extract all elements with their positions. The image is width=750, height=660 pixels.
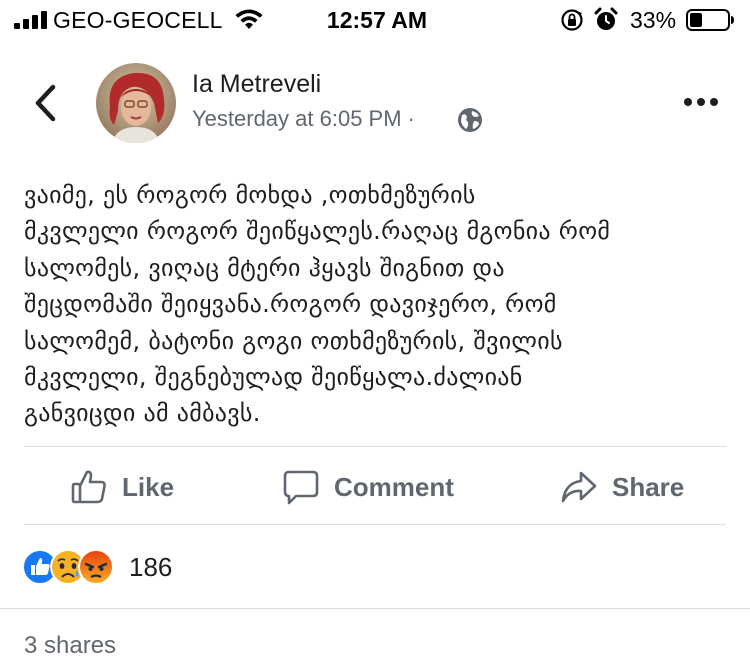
share-arrow-icon — [561, 471, 597, 503]
like-label: Like — [122, 471, 175, 502]
like-button[interactable]: Like — [70, 463, 174, 511]
author-name[interactable]: Ia Metreveli — [192, 70, 321, 99]
thumbs-up-icon — [71, 470, 106, 504]
share-button[interactable]: Share — [560, 463, 684, 511]
share-label: Share — [612, 471, 685, 502]
alarm-icon — [594, 7, 618, 30]
battery-icon — [686, 9, 734, 31]
reaction-count[interactable]: 186 — [129, 552, 172, 583]
comment-button[interactable]: Comment — [282, 463, 454, 511]
comment-label: Comment — [334, 471, 454, 502]
post-text-line: სალომეს, ვიღაც მტერი ჰყავს შიგნით და — [24, 253, 505, 282]
meta-separator: · — [407, 106, 415, 131]
status-bar: GEO-GEOCELL 12:57 AM 33% — [0, 0, 750, 40]
post-text: ვაიმე, ეს როგორ მოხდა ,ოთხმეზურის მკვლელ… — [24, 177, 734, 432]
author-avatar[interactable] — [96, 63, 176, 143]
comment-icon — [283, 470, 319, 505]
post-timestamp[interactable]: Yesterday at 6:05 PM — [192, 106, 402, 131]
post-text-line: შეცდომაში შეიყვანა.როგორ დავიჯერო, რომ — [24, 290, 557, 319]
post-text-line: ვაიმე, ეს როგორ მოხდა ,ოთხმეზურის — [24, 181, 476, 209]
more-options-icon[interactable] — [683, 95, 719, 109]
post-text-line: მკვლელი, შეგნებულად შეიწყალა.ძალიან — [24, 363, 523, 392]
post-text-line: სალომემ, ბატონი გოგი ოთხმეზურის, შვილის — [24, 326, 563, 355]
avatar-photo — [96, 63, 176, 143]
angry-reaction-icon — [78, 549, 114, 585]
shares-count[interactable]: 3 shares — [24, 632, 116, 660]
divider — [0, 608, 750, 609]
rotation-lock-icon — [561, 9, 583, 31]
post-text-line: მკვლელი როგორ შეიწყალეს.რაღაც მგონია რომ — [24, 217, 611, 246]
back-chevron-icon[interactable] — [32, 84, 58, 122]
globe-icon — [458, 108, 482, 132]
divider — [24, 446, 726, 447]
battery-percent: 33% — [630, 7, 677, 33]
post-text-line: განვიცდი ამ ამბავს. — [24, 399, 261, 428]
post-meta: Yesterday at 6:05 PM · — [192, 106, 421, 132]
divider — [24, 524, 726, 525]
